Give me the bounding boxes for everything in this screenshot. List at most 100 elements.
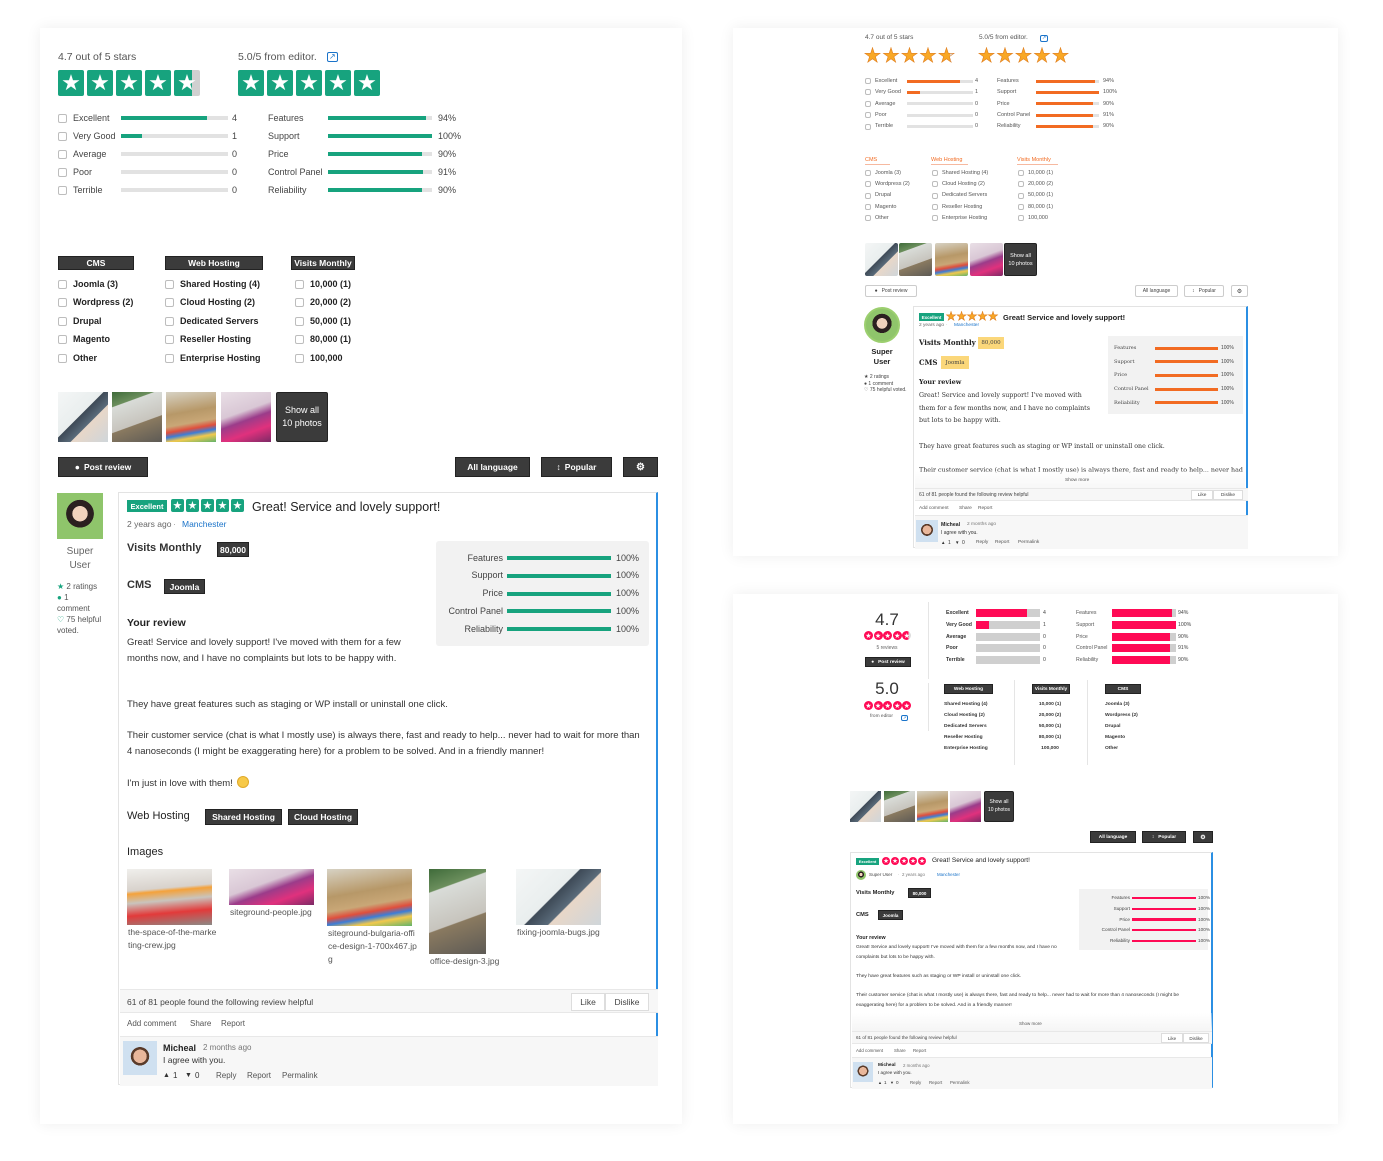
filter-option[interactable]: 100,000	[310, 353, 343, 364]
filter-option[interactable]: 50,000 (1)	[310, 316, 351, 327]
filter-checkbox[interactable]	[932, 215, 938, 222]
filter-option[interactable]: Enterprise Hosting	[944, 746, 988, 752]
post-review-button[interactable]: ● Post review	[865, 657, 911, 667]
review-image[interactable]	[327, 869, 412, 926]
filter-option[interactable]: 50,000 (1)	[1030, 724, 1070, 730]
sort-button[interactable]: ↕ Popular	[541, 457, 612, 477]
review-image[interactable]	[229, 869, 314, 905]
filter-option[interactable]: 20,000 (2)	[310, 297, 351, 308]
filter-option[interactable]: Magento	[73, 334, 110, 345]
filter-checkbox[interactable]	[165, 316, 174, 326]
photo-thumbnail[interactable]	[221, 392, 271, 442]
filter-checkbox[interactable]	[1018, 170, 1024, 176]
comment-action-link[interactable]: Permalink	[282, 1071, 318, 1081]
review-action-link[interactable]: Report	[913, 1048, 926, 1053]
filter-checkbox[interactable]	[295, 335, 304, 344]
filter-option[interactable]: 10,000 (1)	[1028, 170, 1053, 177]
filter-option[interactable]: Dedicated Servers	[180, 316, 259, 327]
show-all-photos-button[interactable]: Show all 10 photos	[276, 392, 328, 442]
dislike-button[interactable]: Dislike	[1213, 490, 1243, 500]
filter-option[interactable]: Dedicated Servers	[944, 724, 987, 730]
filter-option[interactable]: Reseller Hosting	[944, 735, 983, 741]
filter-option[interactable]: Joomla (3)	[875, 170, 901, 177]
filter-option[interactable]: Joomla (3)	[1105, 702, 1129, 708]
comment-action-link[interactable]: Reply	[910, 1080, 921, 1085]
comment-action-link[interactable]: Reply	[976, 540, 988, 546]
review-action-link[interactable]: Add comment	[127, 1019, 176, 1029]
filter-option[interactable]: 20,000 (2)	[1028, 181, 1053, 188]
filter-checkbox[interactable]	[865, 89, 871, 96]
photo-thumbnail[interactable]	[850, 791, 881, 822]
filter-checkbox[interactable]	[1018, 215, 1024, 222]
review-image[interactable]	[429, 869, 486, 954]
filter-checkbox[interactable]	[58, 149, 67, 159]
filter-checkbox[interactable]	[865, 181, 871, 188]
settings-button[interactable]: ⚙	[623, 457, 658, 477]
thumbs-down-icon[interactable]: ▼	[185, 1072, 192, 1080]
filter-option[interactable]: Magento	[1105, 735, 1125, 741]
filter-checkbox[interactable]	[58, 353, 67, 363]
filter-checkbox[interactable]	[1018, 181, 1024, 188]
language-filter-button[interactable]: All language	[455, 457, 530, 477]
comment-action-link[interactable]: Permalink	[950, 1080, 970, 1085]
thumbs-up-icon[interactable]: ▲	[163, 1072, 170, 1080]
show-more-link[interactable]: Show more	[1019, 1021, 1042, 1026]
filter-option[interactable]: 10,000 (1)	[1030, 702, 1070, 708]
dislike-button[interactable]: Dislike	[1183, 1033, 1209, 1043]
filter-option[interactable]: Other	[73, 353, 97, 364]
filter-option[interactable]: Cloud Hosting (2)	[180, 297, 255, 308]
review-location[interactable]: Manchester	[937, 872, 960, 877]
review-action-link[interactable]: Share	[190, 1019, 211, 1029]
filter-checkbox[interactable]	[165, 298, 174, 307]
comment-action-link[interactable]: Reply	[216, 1071, 236, 1081]
filter-checkbox[interactable]	[165, 353, 174, 363]
filter-option[interactable]: Wordpress (2)	[1105, 713, 1138, 719]
filter-checkbox[interactable]	[58, 279, 67, 289]
review-image[interactable]	[127, 869, 212, 925]
filter-option[interactable]: Dedicated Servers	[942, 192, 987, 199]
thumbs-up-icon[interactable]: ▲	[941, 540, 945, 545]
filter-checkbox[interactable]	[865, 203, 871, 210]
filter-option[interactable]: Shared Hosting (4)	[942, 170, 988, 177]
review-location[interactable]: Manchester	[182, 519, 226, 529]
photo-thumbnail[interactable]	[950, 791, 981, 822]
filter-option[interactable]: 80,000 (1)	[310, 334, 351, 345]
filter-checkbox[interactable]	[865, 170, 871, 176]
photo-thumbnail[interactable]	[166, 392, 216, 442]
external-link-icon[interactable]: ↗	[1040, 35, 1049, 42]
filter-option[interactable]: Cloud Hosting (2)	[944, 713, 985, 719]
filter-checkbox[interactable]	[1018, 192, 1024, 199]
filter-option[interactable]: Cloud Hosting (2)	[942, 181, 985, 188]
filter-checkbox[interactable]	[58, 298, 67, 307]
filter-option[interactable]: Wordpress (2)	[73, 297, 133, 308]
like-button[interactable]: Like	[1161, 1033, 1183, 1043]
filter-option[interactable]: Joomla (3)	[73, 279, 118, 290]
filter-option[interactable]: 50,000 (1)	[1028, 192, 1053, 199]
thumbs-down-icon[interactable]: ▼	[955, 540, 959, 545]
photo-thumbnail[interactable]	[899, 243, 932, 276]
filter-checkbox[interactable]	[165, 335, 174, 344]
like-button[interactable]: Like	[1191, 490, 1213, 500]
review-location[interactable]: Manchester	[954, 323, 979, 329]
sort-button[interactable]: ↕ Popular	[1142, 831, 1186, 843]
filter-checkbox[interactable]	[295, 298, 304, 307]
photo-thumbnail[interactable]	[935, 243, 968, 276]
comment-action-link[interactable]: Permalink	[1018, 540, 1039, 546]
review-action-link[interactable]: Share	[894, 1048, 906, 1053]
show-more-link[interactable]: Show more	[1065, 478, 1089, 484]
photo-thumbnail[interactable]	[58, 392, 108, 442]
dislike-button[interactable]: Dislike	[605, 993, 649, 1011]
filter-option[interactable]: Drupal	[875, 192, 891, 199]
filter-checkbox[interactable]	[58, 131, 67, 141]
filter-checkbox[interactable]	[295, 353, 304, 363]
filter-option[interactable]: 100,000	[1028, 215, 1048, 222]
filter-checkbox[interactable]	[932, 192, 938, 199]
filter-option[interactable]: Reseller Hosting	[180, 334, 251, 345]
filter-checkbox[interactable]	[58, 113, 67, 123]
photo-thumbnail[interactable]	[112, 392, 162, 442]
filter-checkbox[interactable]	[295, 316, 304, 326]
photo-thumbnail[interactable]	[917, 791, 948, 822]
filter-checkbox[interactable]	[58, 316, 67, 326]
filter-option[interactable]: Enterprise Hosting	[180, 353, 261, 364]
like-button[interactable]: Like	[571, 993, 605, 1011]
